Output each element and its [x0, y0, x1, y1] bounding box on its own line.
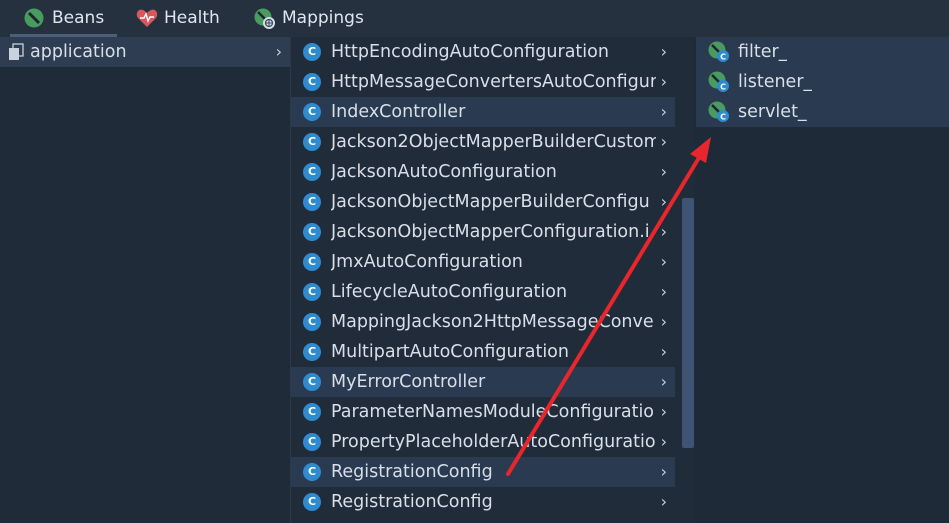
annotation-arrow — [506, 137, 711, 476]
